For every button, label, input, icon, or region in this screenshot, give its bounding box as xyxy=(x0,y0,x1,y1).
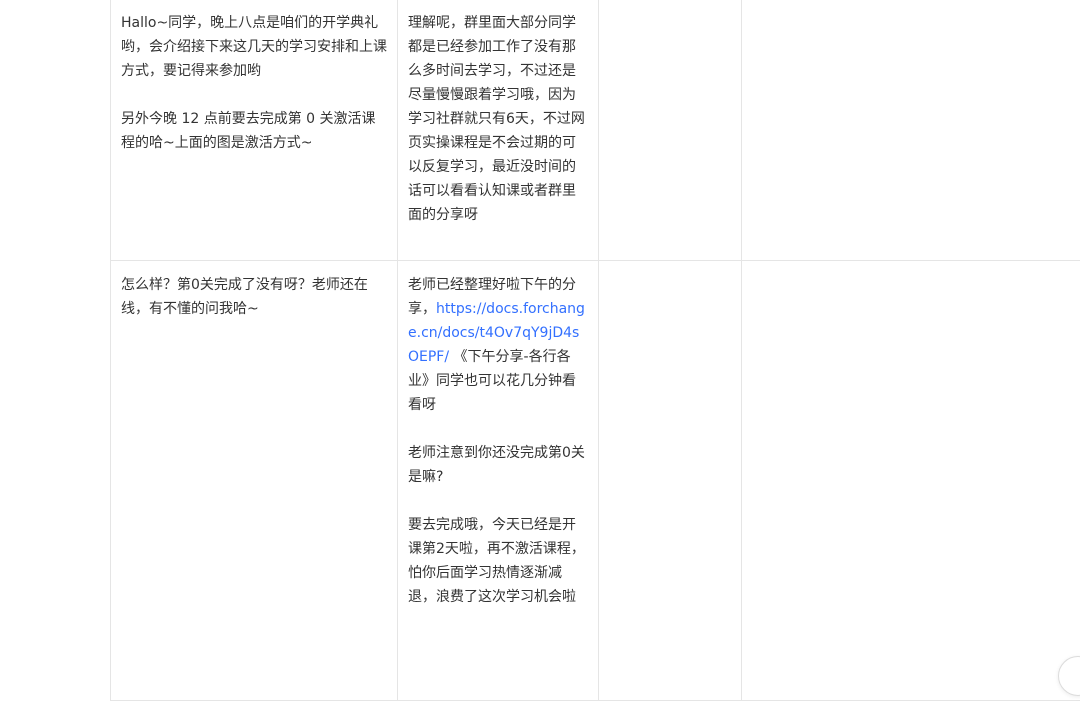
table-row: Hallo~同学，晚上八点是咱们的开学典礼哟，会介绍接下来这几天的学习安排和上课… xyxy=(111,0,1080,261)
table-cell-message: Hallo~同学，晚上八点是咱们的开学典礼哟，会介绍接下来这几天的学习安排和上课… xyxy=(111,0,398,261)
reply-text: 要去完成哦，今天已经是开课第2天啦，再不激活课程，怕你后面学习热情逐渐减退，浪费… xyxy=(408,513,588,609)
table-cell-empty xyxy=(599,0,742,261)
message-text: 怎么样？第0关完成了没有呀？老师还在线，有不懂的问我哈~ xyxy=(121,273,387,321)
table-cell-empty xyxy=(742,0,1080,261)
table-row: 怎么样？第0关完成了没有呀？老师还在线，有不懂的问我哈~ 老师已经整理好啦下午的… xyxy=(111,261,1080,701)
reply-text: 理解呢，群里面大部分同学都是已经参加工作了没有那么多时间去学习，不过还是尽量慢慢… xyxy=(408,11,588,227)
table-cell-reply: 理解呢，群里面大部分同学都是已经参加工作了没有那么多时间去学习，不过还是尽量慢慢… xyxy=(398,0,599,261)
message-text: Hallo~同学，晚上八点是咱们的开学典礼哟，会介绍接下来这几天的学习安排和上课… xyxy=(121,11,387,83)
reply-text: 老师注意到你还没完成第0关是嘛? xyxy=(408,441,588,489)
chat-log-table: Hallo~同学，晚上八点是咱们的开学典礼哟，会介绍接下来这几天的学习安排和上课… xyxy=(110,0,1080,701)
message-text: 另外今晚 12 点前要去完成第 0 关激活课程的哈~上面的图是激活方式~ xyxy=(121,107,387,155)
table-cell-reply: 老师已经整理好啦下午的分享，https://docs.forchange.cn/… xyxy=(398,261,599,701)
table-cell-empty xyxy=(742,261,1080,701)
reply-text: 老师已经整理好啦下午的分享，https://docs.forchange.cn/… xyxy=(408,273,588,417)
table-cell-message: 怎么样？第0关完成了没有呀？老师还在线，有不懂的问我哈~ xyxy=(111,261,398,701)
table-cell-empty xyxy=(599,261,742,701)
